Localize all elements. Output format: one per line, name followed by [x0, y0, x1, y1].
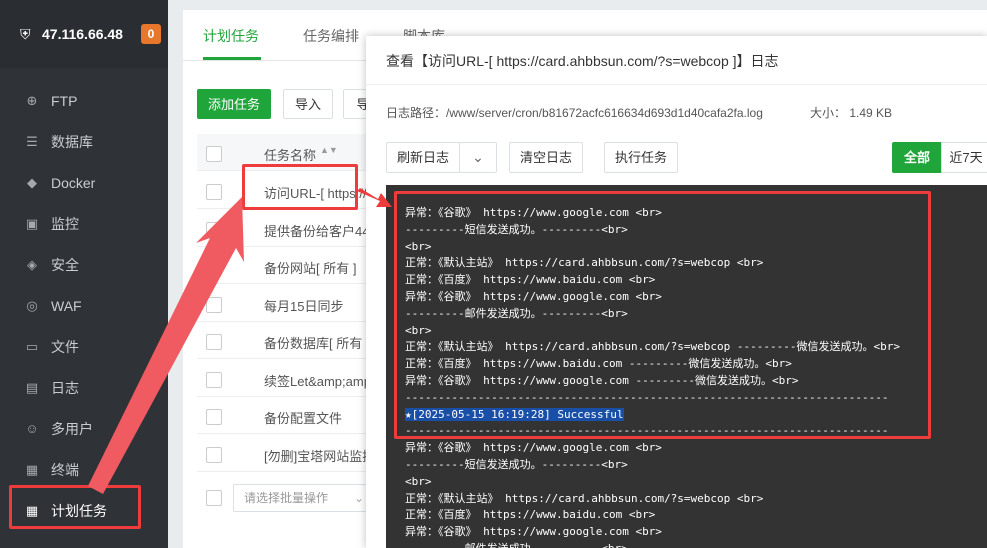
task-name-cell: 续签Let&amp;amp	[264, 373, 371, 389]
baota-logo-icon: ⛨	[20, 26, 31, 42]
refresh-log-button[interactable]: 刷新日志	[386, 142, 460, 173]
sidebar-item-1[interactable]: ⊕ FTP	[0, 80, 168, 121]
row-checkbox[interactable]	[206, 184, 222, 200]
log-line-text: <br>	[405, 474, 432, 488]
sidebar-item-label: WAF	[51, 297, 82, 314]
docker-icon: ◆	[27, 174, 37, 190]
run-task-button[interactable]: 执行任务	[604, 142, 678, 173]
server-header: ⛨ 47.116.66.48 0	[0, 0, 168, 68]
chevron-down-icon: ⌄	[353, 491, 364, 505]
task-name-cell: 备份网站[ 所有 ]	[264, 261, 357, 276]
log-line: <br>	[405, 474, 432, 490]
annotation-box-log	[394, 191, 931, 439]
log-line-text: ---------邮件发送成功。---------<br>	[405, 542, 628, 548]
sidebar: ⊕网站⊕FTP☰数据库◆Docker▣监控◈安全◎WAF▭文件▤日志☺多用户▦终…	[0, 0, 168, 548]
log-line: ---------邮件发送成功。---------<br>	[405, 541, 628, 548]
log-line: 异常：《谷歌》 https://www.google.com <br>	[405, 440, 662, 456]
batch-operation-select[interactable]: 请选择批量操作 ⌄	[233, 484, 373, 512]
sidebar-item-7[interactable]: ▭ 文件	[0, 326, 168, 367]
log-line: 正常：《默认主站》 https://card.ahbbsun.com/?s=we…	[405, 491, 763, 507]
annotation-box-task	[242, 164, 358, 210]
column-header-task-name: 任务名称	[264, 148, 317, 163]
log-line-text: 正常：《默认主站》 https://card.ahbbsun.com/?s=we…	[405, 491, 764, 505]
tab-task-orchestration[interactable]: 任务编排	[303, 26, 359, 46]
sidebar-item-label: 文件	[51, 338, 79, 355]
database-icon: ☰	[26, 133, 38, 149]
sidebar-item-4[interactable]: ▣ 监控	[0, 203, 168, 244]
sidebar-menu: ⊕网站⊕FTP☰数据库◆Docker▣监控◈安全◎WAF▭文件▤日志☺多用户▦终…	[0, 39, 168, 531]
select-all-checkbox[interactable]	[206, 146, 222, 162]
task-name-cell: 备份配置文件	[264, 411, 343, 426]
import-button[interactable]: 导入	[283, 89, 333, 119]
batch-checkbox[interactable]	[206, 490, 222, 506]
sidebar-item-label: 多用户	[51, 420, 93, 437]
sidebar-item-10[interactable]: ▦ 终端	[0, 449, 168, 490]
sidebar-item-label: 安全	[51, 256, 79, 273]
tab-scheduled-tasks[interactable]: 计划任务	[203, 26, 259, 46]
monitor-icon: ▣	[25, 215, 39, 231]
add-task-button[interactable]: 添加任务	[197, 89, 271, 119]
log-line-text: 异常：《谷歌》 https://www.google.com <br>	[405, 525, 662, 539]
row-checkbox[interactable]	[206, 446, 222, 463]
refresh-dropdown-chevron-icon[interactable]: ⌄	[459, 142, 497, 173]
log-line-text: 正常：《百度》 https://www.baidu.com <br>	[405, 508, 656, 522]
divider	[366, 84, 987, 85]
row-checkbox[interactable]	[206, 334, 222, 350]
filter-all-button[interactable]: 全部	[892, 142, 942, 173]
terminal-icon: ▦	[25, 461, 39, 477]
task-name-cell: [勿删]宝塔网站监控	[264, 448, 376, 464]
sidebar-item-label: Docker	[51, 174, 96, 191]
row-checkbox[interactable]	[206, 409, 222, 425]
task-name-cell: 备份数据库[ 所有 ]	[264, 336, 370, 351]
row-checkbox[interactable]	[206, 371, 222, 388]
row-checkbox[interactable]	[206, 221, 222, 238]
sidebar-item-2[interactable]: ☰ 数据库	[0, 121, 168, 162]
log-line: 异常：《谷歌》 https://www.google.com <br>	[405, 524, 662, 540]
sidebar-item-label: 日志	[51, 379, 79, 396]
sidebar-item-9[interactable]: ☺ 多用户	[0, 408, 168, 449]
log-path: 日志路径：/www/server/cron/b81672acfc616634d6…	[386, 106, 763, 120]
log-line-text: 异常：《谷歌》 https://www.google.com <br>	[405, 441, 662, 455]
waf-icon: ◎	[26, 297, 38, 313]
log-line: ---------短信发送成功。---------<br>	[405, 457, 628, 473]
dialog-title: 查看【访问URL-[ https://card.ahbbsun.com/?s=w…	[386, 53, 779, 69]
notification-badge[interactable]: 0	[140, 24, 161, 44]
log-icon: ▤	[25, 379, 39, 395]
sidebar-item-label: FTP	[51, 92, 78, 109]
folder-icon: ▭	[25, 338, 39, 354]
sidebar-item-3[interactable]: ◆ Docker	[0, 162, 168, 203]
filter-7days-button[interactable]: 近7天	[941, 142, 987, 173]
sidebar-item-label: 数据库	[51, 133, 93, 150]
task-name-cell: 每月15日同步	[264, 298, 344, 314]
row-checkbox[interactable]	[206, 296, 222, 313]
shield-icon: ◈	[27, 256, 37, 272]
log-size: 大小： 1.49 KB	[810, 106, 893, 120]
active-tab-underline	[203, 57, 261, 60]
sidebar-item-label: 终端	[51, 461, 79, 478]
globe-icon: ⊕	[26, 92, 38, 108]
users-icon: ☺	[25, 421, 39, 436]
log-line-text: ---------短信发送成功。---------<br>	[405, 458, 628, 471]
sidebar-item-5[interactable]: ◈ 安全	[0, 244, 168, 285]
sidebar-item-label: 监控	[51, 215, 79, 232]
server-ip: 47.116.66.48	[42, 26, 123, 42]
log-line: 正常：《百度》 https://www.baidu.com <br>	[405, 507, 655, 523]
annotation-box-menu	[9, 485, 141, 529]
sidebar-item-8[interactable]: ▤ 日志	[0, 367, 168, 408]
clear-log-button[interactable]: 清空日志	[509, 142, 583, 173]
sidebar-item-6[interactable]: ◎ WAF	[0, 285, 168, 326]
sort-icon[interactable]: ▲▼	[320, 145, 338, 155]
row-checkbox[interactable]	[206, 259, 222, 275]
batch-select-placeholder: 请选择批量操作	[244, 491, 329, 505]
task-name-cell: 提供备份给客户444	[264, 223, 377, 239]
